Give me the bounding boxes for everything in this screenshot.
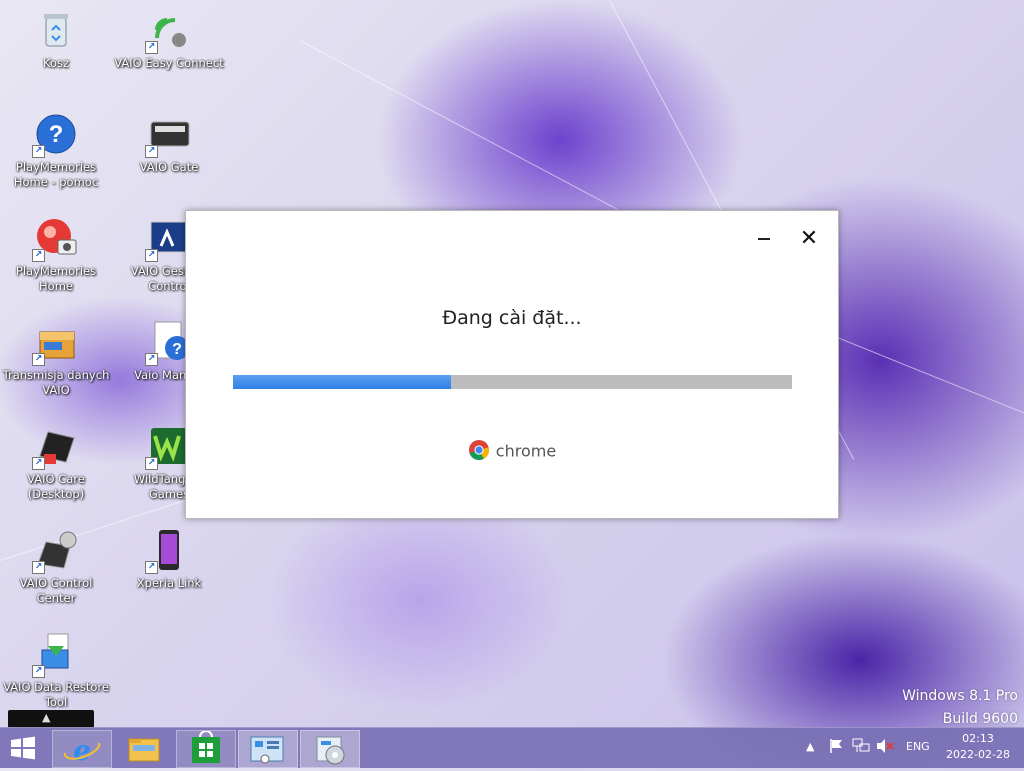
minimize-button[interactable] xyxy=(754,229,774,249)
volume-muted-icon[interactable] xyxy=(876,738,894,757)
internet-explorer-icon: e xyxy=(53,734,111,771)
chrome-logo-icon xyxy=(468,439,490,465)
action-center-flag-icon[interactable] xyxy=(828,738,844,757)
start-button[interactable] xyxy=(8,734,40,762)
close-button[interactable]: ✕ xyxy=(798,228,820,251)
installer-app-icon xyxy=(301,736,359,771)
desktop-icon-vaio-gate[interactable]: ↗ VAIO Gate xyxy=(113,112,225,175)
svg-text:e: e xyxy=(73,734,91,767)
desktop-icon-label: Kosz xyxy=(42,56,70,70)
show-hidden-icons-icon[interactable]: ▲ xyxy=(806,740,814,753)
desktop-icon-vaio-easy-connect[interactable]: ↗ VAIO Easy Connect xyxy=(113,8,225,71)
desktop-icon-label: VAIO Easy Connect xyxy=(114,56,224,70)
install-progress-fill xyxy=(233,375,451,389)
clock-time: 02:13 xyxy=(962,732,994,745)
file-explorer-icon xyxy=(115,738,173,771)
svg-text:?: ? xyxy=(49,121,64,148)
desktop-icon-playmemories-help[interactable]: ? ↗ PlayMemories Home - pomoc xyxy=(0,112,112,190)
windows-edition-text: Windows 8.1 Pro xyxy=(902,688,1018,704)
taskbar-store[interactable] xyxy=(176,730,236,768)
chrome-installer-window: ✕ Đang cài đặt... chrome xyxy=(185,210,839,519)
desktop-icon-vaio-data-restore[interactable]: ↗ VAIO Data Restore Tool xyxy=(0,632,112,710)
desktop-gadget-handle[interactable]: ▲ xyxy=(8,710,94,728)
desktop-icon-xperia-link[interactable]: ↗ Xperia Link xyxy=(113,528,225,591)
clock-date: 2022-02-28 xyxy=(946,748,1010,761)
vaio-gate-icon: ↗ xyxy=(145,112,191,158)
desktop-icon-transmisja[interactable]: ↗ Transmisja danych VAIO xyxy=(0,320,112,398)
help-question-icon: ? ↗ xyxy=(32,112,78,158)
chrome-brand: chrome xyxy=(186,439,838,465)
vaio-care-laptop-icon: ↗ xyxy=(32,424,78,470)
desktop-icon-label: PlayMemories Home xyxy=(15,264,97,293)
windows-logo-icon xyxy=(8,736,38,766)
installing-status-text: Đang cài đặt... xyxy=(442,307,582,329)
desktop-icon-vaio-control-center[interactable]: ↗ VAIO Control Center xyxy=(0,528,112,606)
data-transfer-box-icon: ↗ xyxy=(32,320,78,366)
vaio-easy-connect-icon: ↗ xyxy=(145,8,191,54)
desktop-icon-label: VAIO Data Restore Tool xyxy=(3,680,109,709)
svg-text:?: ? xyxy=(172,341,182,358)
taskbar-control-panel[interactable] xyxy=(238,730,298,768)
taskbar-file-explorer[interactable] xyxy=(114,730,174,768)
store-icon xyxy=(177,730,235,771)
recycle-bin-icon xyxy=(34,8,78,52)
data-restore-icon: ↗ xyxy=(32,632,78,678)
desktop-icon-label: VAIO Gate xyxy=(139,160,199,174)
desktop-icon-recycle-bin[interactable]: Kosz xyxy=(0,8,112,71)
desktop-icon-label: Xperia Link xyxy=(136,576,202,590)
desktop-icon-label: VAIO Control Center xyxy=(19,576,93,605)
desktop-icon-label: Transmisja danych VAIO xyxy=(2,368,110,397)
install-progress-bar xyxy=(233,375,792,389)
taskbar-installer-app[interactable] xyxy=(300,730,360,768)
windows-version-watermark: Windows 8.1 Pro Build 9600 xyxy=(902,684,1018,730)
xperia-phone-icon: ↗ xyxy=(145,528,191,574)
desktop-icon-label: VAIO Care (Desktop) xyxy=(27,472,85,501)
control-panel-icon xyxy=(239,736,297,771)
playmemories-icon: ↗ xyxy=(32,216,78,262)
desktop-icon-playmemories-home[interactable]: ↗ PlayMemories Home xyxy=(0,216,112,294)
taskbar-internet-explorer[interactable]: e xyxy=(52,730,112,768)
desktop-icon-label: PlayMemories Home - pomoc xyxy=(13,160,99,189)
clock[interactable]: 02:13 2022-02-28 xyxy=(940,731,1016,763)
desktop-icon-vaio-care[interactable]: ↗ VAIO Care (Desktop) xyxy=(0,424,112,502)
taskbar: e ▲ ENG 02:13 2022-02-28 xyxy=(0,727,1024,768)
network-icon[interactable] xyxy=(852,738,870,757)
language-indicator[interactable]: ENG xyxy=(906,740,930,753)
chevron-up-icon: ▲ xyxy=(42,711,51,724)
control-center-laptop-icon: ↗ xyxy=(32,528,78,574)
chrome-brand-label: chrome xyxy=(495,441,557,461)
